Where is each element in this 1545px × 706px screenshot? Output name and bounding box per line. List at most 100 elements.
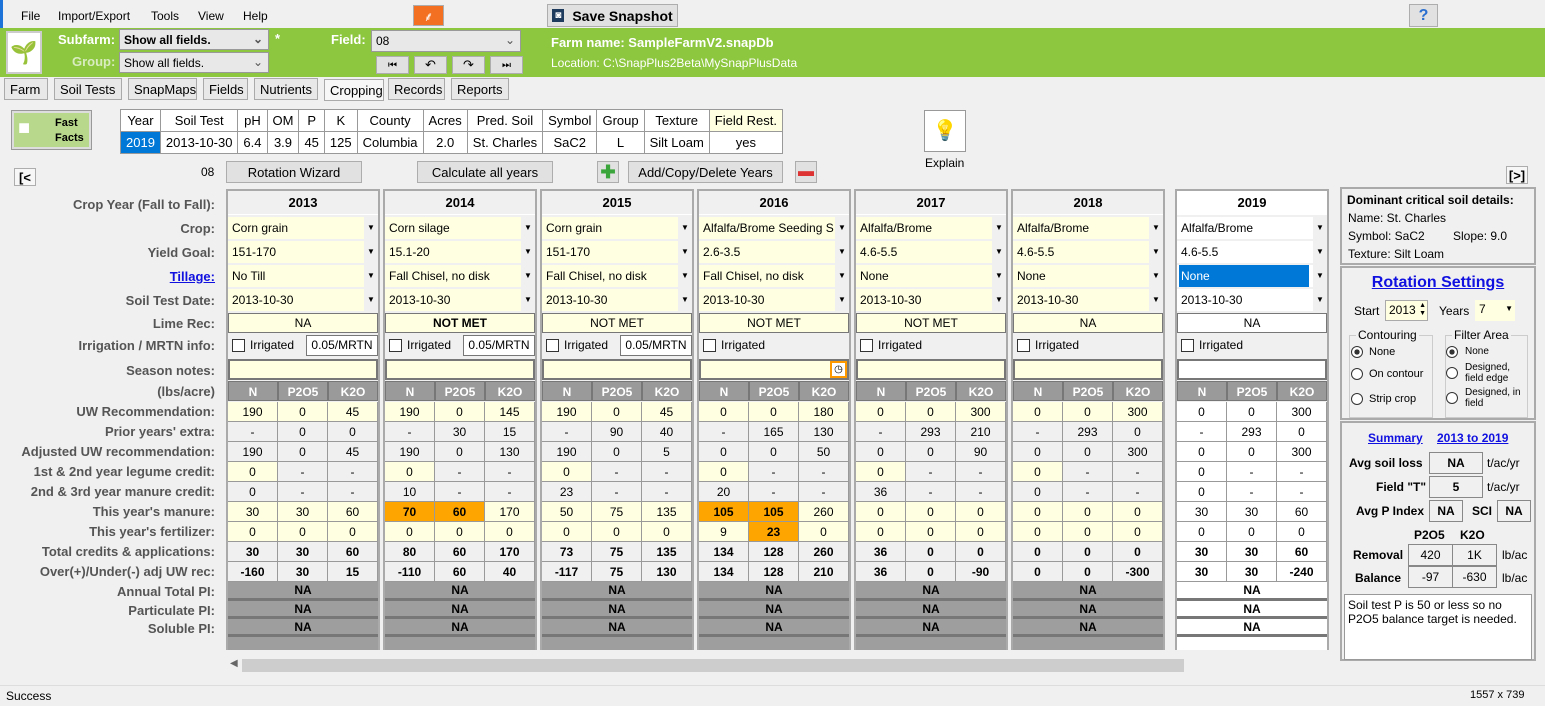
nutrient-value[interactable]: 0 (1063, 502, 1113, 522)
year-header[interactable]: 2016 (699, 191, 849, 215)
radio-icon[interactable] (1351, 346, 1363, 359)
nutrient-value[interactable]: 105 (699, 502, 749, 522)
tab-nutrients[interactable]: Nutrients (254, 78, 318, 100)
scrollbar-thumb[interactable] (242, 659, 1184, 672)
nutrient-value[interactable]: 0 (1013, 502, 1063, 522)
nutrient-value[interactable]: 0 (1177, 402, 1227, 422)
contouring-radio[interactable]: Strip crop (1351, 393, 1416, 406)
nutrient-value[interactable]: 300 (1277, 402, 1327, 422)
filter-area-radio[interactable]: Designed, in field (1446, 387, 1526, 409)
year-header[interactable]: 2013 (228, 191, 378, 215)
tab-fields[interactable]: Fields (203, 78, 248, 100)
rotation-wizard-button[interactable]: Rotation Wizard (226, 161, 362, 183)
tab-cropping[interactable]: Cropping (324, 79, 384, 101)
subfarm-select[interactable]: Show all fields. ⌄ (119, 29, 269, 50)
menu-help[interactable]: Help (243, 9, 268, 23)
soil-date-select[interactable]: 2013-10-30 ▼ (385, 289, 535, 311)
nutrient-value[interactable]: 190 (542, 402, 592, 422)
save-snapshot-button[interactable]: ◙ Save Snapshot (547, 4, 678, 27)
crop-select[interactable]: Alfalfa/Brome ▼ (1177, 217, 1327, 239)
nutrient-value[interactable]: 0 (1063, 522, 1113, 542)
yield-select[interactable]: 151-170 ▼ (542, 241, 692, 263)
tab-reports[interactable]: Reports (451, 78, 509, 100)
checkbox-icon[interactable] (1017, 339, 1030, 353)
nutrient-value[interactable]: 170 (485, 502, 535, 522)
add-year-icon[interactable]: ✚ (597, 161, 619, 183)
nutrient-value[interactable]: 60 (328, 502, 378, 522)
season-notes-input[interactable] (856, 359, 1006, 380)
nutrient-value[interactable]: 145 (485, 402, 535, 422)
soil-date-select[interactable]: 2013-10-30 ▼ (1177, 289, 1327, 311)
summary-range-link[interactable]: 2013 to 2019 (1437, 431, 1508, 445)
nutrient-value[interactable]: 0 (956, 522, 1006, 542)
mrtn-input[interactable]: 0.05/MRTN (620, 335, 692, 356)
menu-import-export[interactable]: Import/Export (58, 9, 130, 23)
yield-select[interactable]: 4.6-5.5 ▼ (1013, 241, 1163, 263)
filter-area-radio[interactable]: Designed, field edge (1446, 362, 1526, 384)
tillage-select[interactable]: Fall Chisel, no disk ▼ (699, 265, 849, 287)
checkbox-icon[interactable] (389, 339, 402, 353)
nutrient-value[interactable]: 0 (1227, 402, 1277, 422)
tillage-select[interactable]: None ▼ (1177, 265, 1327, 287)
radio-icon[interactable] (1446, 367, 1458, 379)
nutrient-value[interactable]: 190 (385, 402, 435, 422)
nutrient-value[interactable]: 0 (228, 522, 278, 542)
irrigated-checkbox[interactable]: Irrigated (232, 337, 312, 355)
nutrient-value[interactable]: 135 (642, 502, 692, 522)
horizontal-scrollbar[interactable]: ◀ (228, 657, 1336, 674)
nutrient-value[interactable]: 30 (1227, 502, 1277, 522)
checkbox-icon[interactable] (546, 339, 559, 353)
irrigated-checkbox[interactable]: Irrigated (546, 337, 626, 355)
nutrient-value[interactable]: 30 (278, 502, 328, 522)
soil-date-select[interactable]: 2013-10-30 ▼ (1013, 289, 1163, 311)
season-notes-input[interactable] (228, 359, 378, 380)
years-select[interactable]: 7 ▼ (1475, 300, 1515, 321)
nutrient-value[interactable]: 0 (856, 402, 906, 422)
nutrient-value[interactable]: 0 (1177, 522, 1227, 542)
nutrient-value[interactable]: 180 (799, 402, 849, 422)
nutrient-value[interactable]: 105 (749, 502, 799, 522)
crop-select[interactable]: Corn grain ▼ (228, 217, 378, 239)
year-header[interactable]: 2019 (1177, 191, 1327, 215)
year-header[interactable]: 2017 (856, 191, 1006, 215)
irrigated-checkbox[interactable]: Irrigated (1181, 337, 1261, 355)
nutrient-value[interactable]: 0 (278, 402, 328, 422)
crop-select[interactable]: Alfalfa/Brome Seeding S ▼ (699, 217, 849, 239)
scroll-left-arrow-icon[interactable]: ◀ (230, 658, 238, 669)
fast-facts-button[interactable]: ■ Fast Facts (11, 110, 92, 150)
group-select[interactable]: Show all fields. ⌄ (119, 52, 269, 73)
menu-tools[interactable]: Tools (151, 9, 179, 23)
nutrient-value[interactable]: 50 (542, 502, 592, 522)
summary-link[interactable]: Summary (1368, 431, 1423, 445)
add-copy-delete-years-button[interactable]: Add/Copy/Delete Years (628, 161, 783, 183)
nutrient-value[interactable]: 0 (749, 402, 799, 422)
tab-soil-tests[interactable]: Soil Tests (54, 78, 122, 100)
nutrient-value[interactable]: 0 (542, 522, 592, 542)
next-field-icon[interactable]: ↷ (452, 56, 485, 74)
checkbox-icon[interactable] (860, 339, 873, 353)
nutrient-value[interactable]: 0 (1113, 522, 1163, 542)
nutrient-value[interactable]: 260 (799, 502, 849, 522)
nutrient-value[interactable]: 0 (799, 522, 849, 542)
tillage-select[interactable]: None ▼ (1013, 265, 1163, 287)
compass-icon[interactable]: ◷ (830, 361, 847, 378)
nutrient-value[interactable]: 0 (906, 402, 956, 422)
first-field-icon[interactable]: ⏮ (376, 56, 409, 74)
nutrient-value[interactable]: 0 (1063, 402, 1113, 422)
last-field-icon[interactable]: ⏭ (490, 56, 523, 74)
lightbulb-icon[interactable]: 💡 (924, 110, 966, 152)
nutrient-value[interactable]: 300 (956, 402, 1006, 422)
soil-date-select[interactable]: 2013-10-30 ▼ (542, 289, 692, 311)
rotation-settings-link[interactable]: Rotation Settings (1342, 274, 1534, 292)
yield-select[interactable]: 15.1-20 ▼ (385, 241, 535, 263)
radio-icon[interactable] (1446, 392, 1458, 404)
season-notes-input[interactable]: ◷ (699, 359, 849, 380)
nutrient-value[interactable]: 70 (385, 502, 435, 522)
tab-records[interactable]: Records (388, 78, 445, 100)
field-select[interactable]: 08 ⌄ (371, 30, 521, 52)
nutrient-value[interactable]: 75 (592, 502, 642, 522)
nutrient-value[interactable]: 60 (435, 502, 485, 522)
menu-file[interactable]: File (21, 9, 40, 23)
year-header[interactable]: 2018 (1013, 191, 1163, 215)
nutrient-value[interactable]: 0 (856, 502, 906, 522)
